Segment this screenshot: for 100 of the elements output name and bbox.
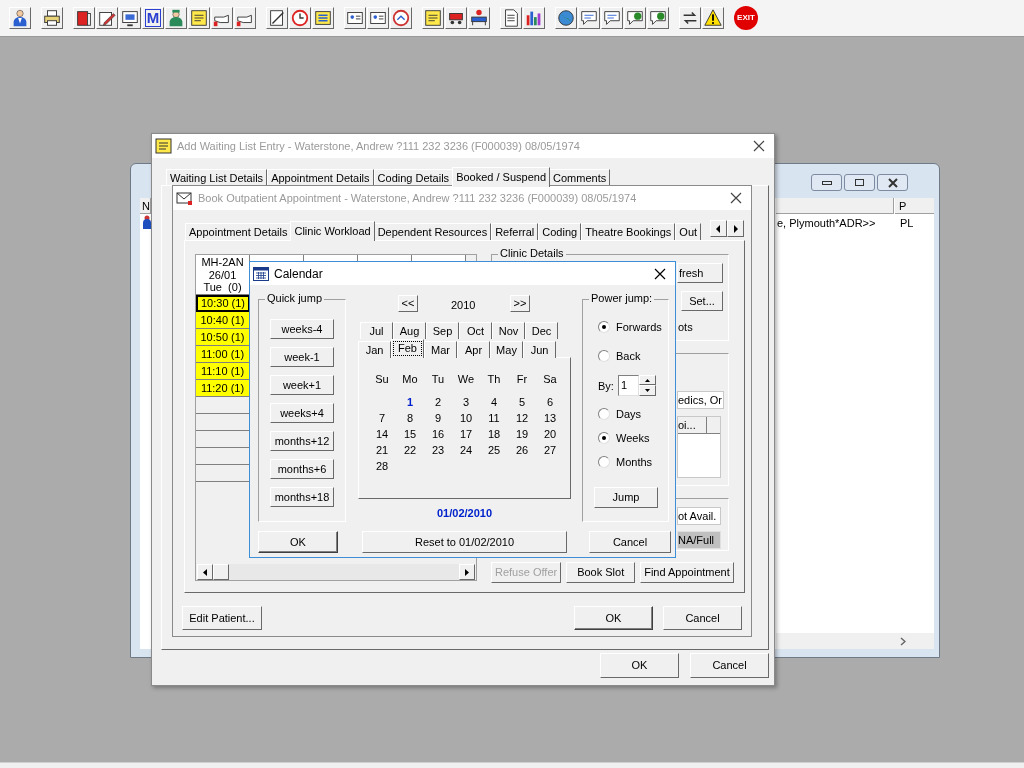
close-icon[interactable] — [654, 267, 666, 280]
scroll-right-button[interactable] — [459, 564, 475, 580]
toolbar-button[interactable] — [624, 7, 646, 29]
refresh-button[interactable]: fresh — [677, 263, 723, 283]
spin-button[interactable] — [639, 375, 656, 396]
radio-button[interactable] — [598, 321, 610, 333]
calendar-day[interactable]: 9 — [424, 410, 452, 426]
ok-button[interactable]: OK — [600, 653, 679, 678]
calendar-day[interactable]: 23 — [424, 442, 452, 458]
toolbar-button[interactable] — [73, 7, 95, 29]
next-year-button[interactable]: >> — [510, 295, 530, 312]
quick-jump-button[interactable]: weeks-4 — [270, 319, 334, 339]
cancel-button[interactable]: Cancel — [663, 606, 742, 630]
month-tab[interactable]: Dec — [525, 322, 558, 339]
cancel-button[interactable]: Cancel — [690, 653, 769, 678]
quick-jump-button[interactable]: months+18 — [270, 487, 334, 507]
calendar-day[interactable]: 13 — [536, 410, 564, 426]
quick-jump-button[interactable]: months+12 — [270, 431, 334, 451]
calendar-day[interactable]: 20 — [536, 426, 564, 442]
month-tab[interactable]: Feb — [391, 339, 424, 358]
tab[interactable]: Appointment Details — [185, 223, 292, 240]
time-slot[interactable]: 11:20 (1) — [196, 380, 250, 397]
scroll-left-button[interactable] — [197, 564, 213, 580]
toolbar-button[interactable] — [500, 7, 522, 29]
reset-button[interactable]: Reset to 01/02/2010 — [362, 531, 567, 553]
tab[interactable]: Booked / Suspend — [452, 167, 551, 187]
time-slot[interactable]: 11:00 (1) — [196, 346, 250, 363]
jump-button[interactable]: Jump — [594, 487, 658, 508]
toolbar-button[interactable] — [445, 7, 467, 29]
calendar-day[interactable]: 22 — [396, 442, 424, 458]
toolbar-button[interactable] — [266, 7, 288, 29]
quick-jump-button[interactable]: months+6 — [270, 459, 334, 479]
quick-jump-button[interactable]: weeks+4 — [270, 403, 334, 423]
action-button[interactable]: Find Appointment — [640, 562, 734, 583]
calendar-day[interactable]: 26 — [508, 442, 536, 458]
toolbar-button[interactable] — [96, 7, 118, 29]
calendar-day[interactable]: 28 — [368, 458, 396, 474]
radio-button[interactable] — [598, 456, 610, 468]
calendar-day[interactable]: 25 — [480, 442, 508, 458]
minimize-button[interactable] — [811, 174, 842, 191]
cancel-button[interactable]: Cancel — [589, 531, 671, 553]
tab[interactable]: Out — [675, 223, 702, 240]
toolbar-button[interactable] — [468, 7, 490, 29]
calendar-day[interactable]: 10 — [452, 410, 480, 426]
time-slot[interactable]: 11:10 (1) — [196, 363, 250, 380]
month-tab[interactable]: Apr — [457, 341, 490, 358]
calendar-day[interactable]: 15 — [396, 426, 424, 442]
scroll-thumb[interactable] — [213, 564, 229, 580]
ok-button[interactable]: OK — [258, 531, 338, 553]
action-button[interactable]: Book Slot — [566, 562, 636, 583]
specialty-field[interactable]: edics, Or — [677, 391, 724, 409]
set-button[interactable]: Set... — [681, 291, 723, 311]
calendar-day[interactable]: 19 — [508, 426, 536, 442]
month-tab[interactable]: Nov — [492, 322, 525, 339]
calendar-day[interactable]: 16 — [424, 426, 452, 442]
tab[interactable]: Referral — [491, 223, 539, 240]
toolbar-button[interactable] — [312, 7, 334, 29]
tab[interactable]: Coding — [538, 223, 582, 240]
month-tab[interactable]: Aug — [393, 322, 426, 339]
time-slot[interactable]: 10:50 (1) — [196, 329, 250, 346]
toolbar-button[interactable] — [601, 7, 623, 29]
radio-button[interactable] — [598, 432, 610, 444]
month-tab[interactable]: Mar — [424, 341, 457, 358]
toolbar-button[interactable] — [679, 7, 701, 29]
time-slot[interactable]: 10:40 (1) — [196, 312, 250, 329]
close-button[interactable] — [877, 174, 908, 191]
column-header[interactable]: oi... — [678, 417, 707, 434]
column-header[interactable] — [707, 417, 720, 434]
month-tab[interactable]: Jun — [523, 341, 556, 358]
chevron-right-icon[interactable] — [900, 637, 906, 646]
tab[interactable]: Clinic Workload — [290, 221, 375, 241]
toolbar-button[interactable] — [578, 7, 600, 29]
calendar-day[interactable]: 3 — [452, 394, 480, 410]
toolbar-button[interactable]: M — [142, 7, 164, 29]
calendar-day[interactable]: 4 — [480, 394, 508, 410]
calendar-day[interactable]: 8 — [396, 410, 424, 426]
quick-jump-button[interactable]: week-1 — [270, 347, 334, 367]
calendar-day[interactable]: 12 — [508, 410, 536, 426]
calendar-day[interactable]: 24 — [452, 442, 480, 458]
toolbar-button[interactable] — [119, 7, 141, 29]
tab[interactable]: Theatre Bookings — [581, 223, 676, 240]
toolbar-button[interactable] — [647, 7, 669, 29]
calendar-day[interactable]: 7 — [368, 410, 396, 426]
edit-patient-button[interactable]: Edit Patient... — [182, 606, 262, 630]
month-tab[interactable]: Jul — [360, 322, 393, 339]
calendar-day[interactable]: 11 — [480, 410, 508, 426]
calendar-day[interactable]: 27 — [536, 442, 564, 458]
calendar-day[interactable]: 6 — [536, 394, 564, 410]
radio-button[interactable] — [598, 350, 610, 362]
previous-year-button[interactable]: << — [398, 295, 418, 312]
tab-scroll-left-button[interactable] — [710, 220, 727, 237]
month-tab[interactable]: Sep — [426, 322, 459, 339]
calendar-day[interactable]: 5 — [508, 394, 536, 410]
calendar-day[interactable]: 14 — [368, 426, 396, 442]
calendar-day[interactable]: 18 — [480, 426, 508, 442]
toolbar-button[interactable] — [344, 7, 366, 29]
month-tab[interactable]: May — [490, 341, 523, 358]
tab-scroll-right-button[interactable] — [727, 220, 744, 237]
toolbar-button[interactable] — [702, 7, 724, 29]
month-tab[interactable]: Oct — [459, 322, 492, 339]
